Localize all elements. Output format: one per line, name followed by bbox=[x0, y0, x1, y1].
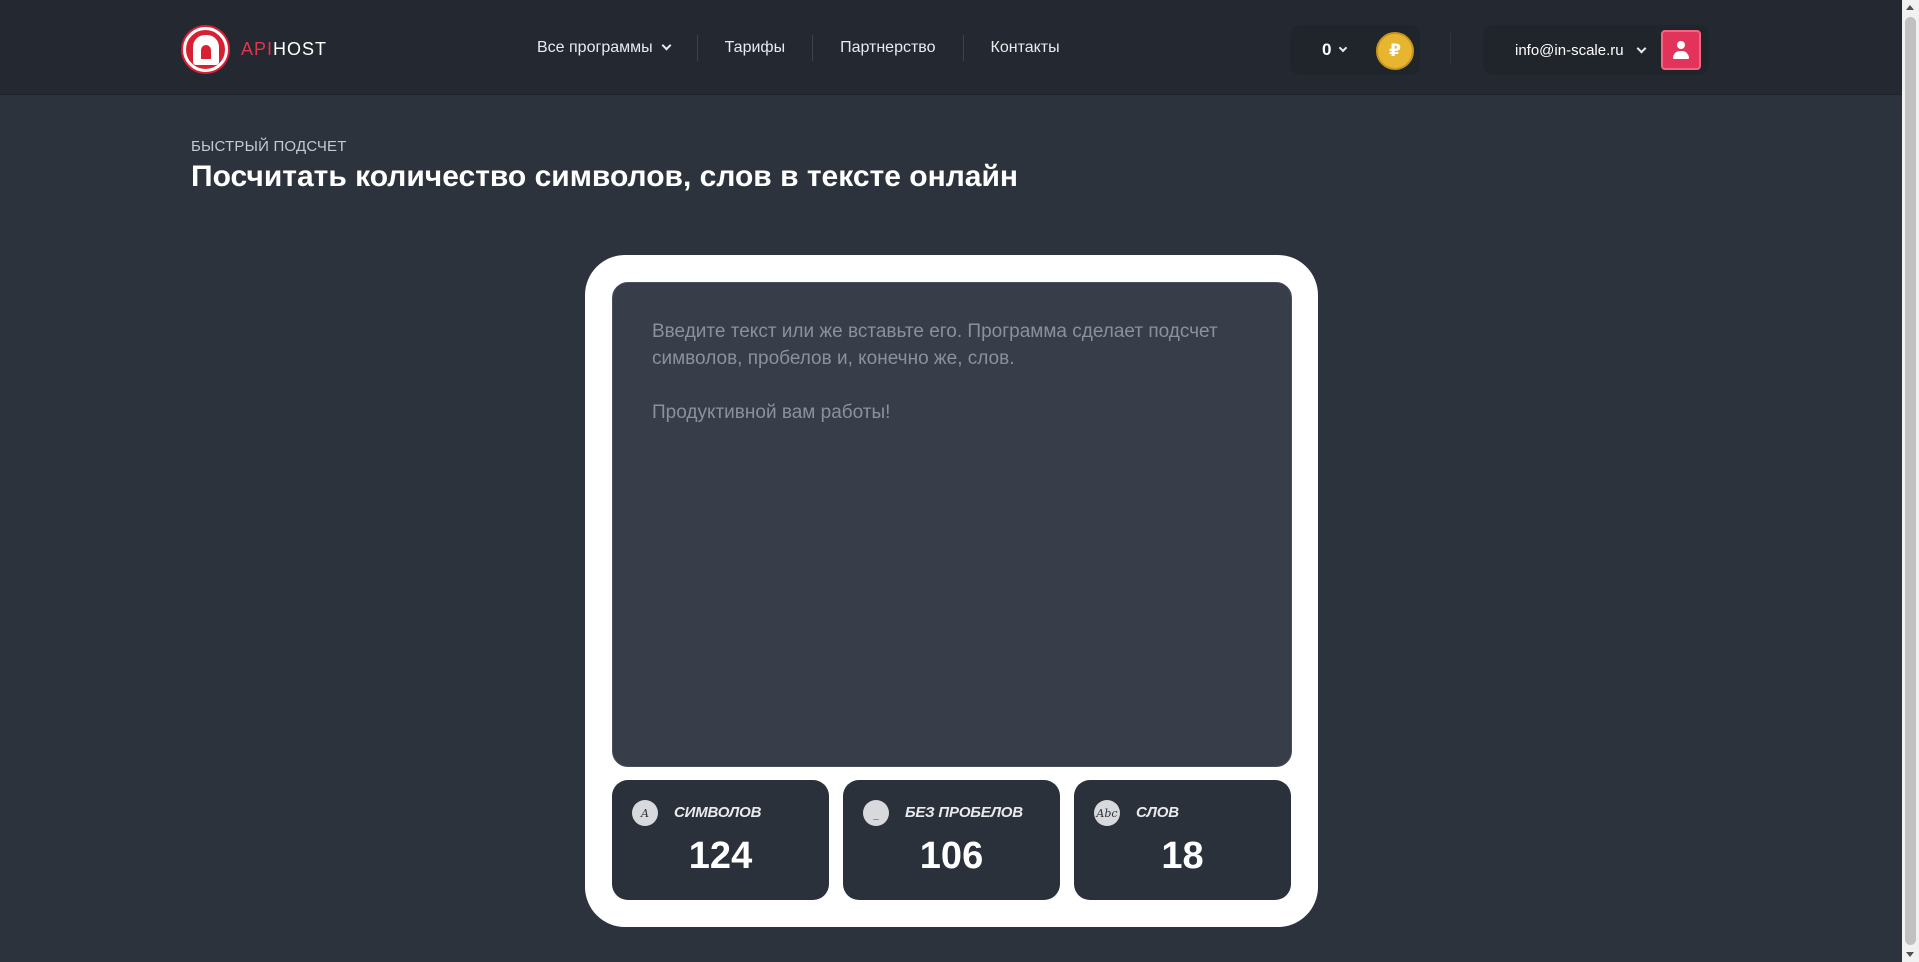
stat-characters-value: 124 bbox=[688, 835, 753, 877]
stat-words-value: 18 bbox=[1161, 835, 1204, 877]
placeholder-wish: Продуктивной вам работы! bbox=[652, 402, 891, 423]
page-eyebrow: БЫСТРЫЙ ПОДСЧЕТ bbox=[191, 138, 347, 155]
letter-a-icon: A bbox=[632, 800, 658, 826]
logo-icon bbox=[183, 27, 228, 72]
ruble-coin-icon[interactable]: ₽ bbox=[1376, 32, 1414, 70]
currency-symbol: ₽ bbox=[1389, 41, 1401, 60]
page-scrollbar[interactable] bbox=[1902, 0, 1919, 962]
account-email: info@in-scale.ru bbox=[1515, 41, 1624, 59]
user-profile-button[interactable] bbox=[1661, 30, 1701, 70]
chevron-down-icon bbox=[1636, 43, 1647, 53]
scroll-thumb[interactable] bbox=[1905, 17, 1916, 945]
scroll-up-arrow-icon[interactable] bbox=[1906, 5, 1914, 10]
balance-dropdown[interactable]: 0 ₽ bbox=[1290, 25, 1420, 75]
chevron-down-icon bbox=[661, 40, 672, 51]
placeholder-instructions: Введите текст или же вставьте его. Прогр… bbox=[652, 321, 1218, 369]
scroll-down-arrow-icon[interactable] bbox=[1906, 952, 1914, 957]
apihost-logo[interactable]: APIHOST bbox=[183, 27, 327, 72]
logo-text: APIHOST bbox=[241, 39, 327, 60]
stat-words: Abc СЛОВ 18 bbox=[1074, 780, 1291, 900]
nav-contacts-label: Контакты bbox=[990, 38, 1060, 56]
site-header: APIHOST Все программы Тарифы Партнерство… bbox=[0, 0, 1902, 95]
nav-all-programs[interactable]: Все программы bbox=[537, 35, 697, 61]
chevron-down-icon bbox=[1339, 43, 1348, 53]
nav-partnership-label: Партнерство bbox=[840, 38, 936, 56]
stat-no-spaces: _ БЕЗ ПРОБЕЛОВ 106 bbox=[843, 780, 1060, 900]
main-nav: Все программы Тарифы Партнерство Контакт… bbox=[537, 0, 1087, 95]
nav-all-programs-label: Все программы bbox=[537, 38, 653, 56]
logo-text-host: HOST bbox=[273, 39, 328, 59]
stat-characters: A СИМВОЛОВ 124 bbox=[612, 780, 829, 900]
stat-no-spaces-value: 106 bbox=[919, 835, 984, 877]
stat-characters-label: СИМВОЛОВ bbox=[674, 804, 762, 821]
header-divider bbox=[1450, 33, 1451, 65]
nav-contacts[interactable]: Контакты bbox=[962, 34, 1087, 61]
nav-tariffs[interactable]: Тарифы bbox=[696, 34, 812, 61]
page-title: Посчитать количество символов, слов в те… bbox=[191, 160, 1019, 193]
nav-partnership[interactable]: Партнерство bbox=[812, 34, 962, 61]
account-dropdown[interactable]: info@in-scale.ru bbox=[1483, 25, 1709, 75]
abc-icon: Abc bbox=[1094, 800, 1120, 826]
text-input-area[interactable]: Введите текст или же вставьте его. Прогр… bbox=[612, 282, 1292, 767]
stat-words-label: СЛОВ bbox=[1136, 804, 1179, 821]
logo-text-api: API bbox=[241, 39, 274, 59]
stats-row: A СИМВОЛОВ 124 _ БЕЗ ПРОБЕЛОВ 106 Abc СЛ… bbox=[612, 780, 1291, 900]
space-icon: _ bbox=[863, 800, 889, 826]
balance-value: 0 bbox=[1322, 40, 1332, 59]
nav-tariffs-label: Тарифы bbox=[724, 38, 786, 56]
stat-no-spaces-label: БЕЗ ПРОБЕЛОВ bbox=[905, 804, 1023, 821]
user-icon bbox=[1673, 41, 1689, 59]
counter-card: Введите текст или же вставьте его. Прогр… bbox=[585, 255, 1318, 927]
